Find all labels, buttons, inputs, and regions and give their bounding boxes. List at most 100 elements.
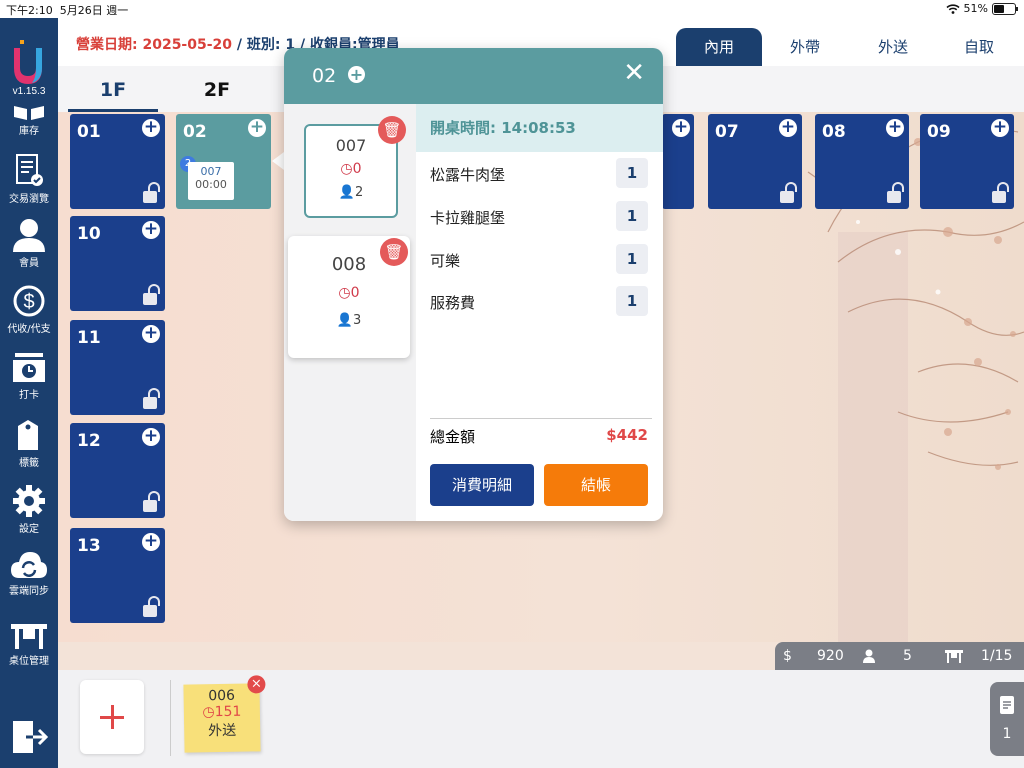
clock-icon: ◷ <box>340 161 353 177</box>
add-order-button[interactable] <box>80 680 144 754</box>
sidebar-item-member[interactable]: 會員 <box>0 218 58 269</box>
delete-icon[interactable]: 🗑 <box>380 238 408 266</box>
sidebar-item-transactions[interactable]: 交易瀏覽 <box>0 154 58 205</box>
popup-pointer <box>272 152 284 170</box>
clock-in-icon <box>13 353 45 382</box>
tag-icon <box>18 420 38 450</box>
order-elapsed: ◷0 <box>338 285 360 301</box>
order-total: 總金額 $442 <box>430 426 648 447</box>
order-card-selected[interactable]: 007 ◷0 👤2 🗑 <box>304 116 406 218</box>
sidebar-item-cloud-sync[interactable]: 雲端同步 <box>0 548 58 597</box>
table-11[interactable]: 11 + <box>70 320 165 415</box>
order-item[interactable]: 可樂 1 <box>430 244 648 274</box>
order-ticket[interactable]: 007 00:00 <box>188 162 234 200</box>
table-number: 10 <box>77 224 101 244</box>
order-card[interactable]: 008 ◷0 👤3 🗑 <box>288 236 410 358</box>
person-icon: 👤 <box>336 313 353 328</box>
table-09[interactable]: 09 + <box>920 114 1014 209</box>
order-item[interactable]: 松露牛肉堡 1 <box>430 158 648 188</box>
table-number: 12 <box>77 431 101 451</box>
add-order-icon[interactable]: + <box>991 119 1009 137</box>
logout-icon[interactable] <box>12 720 48 754</box>
sidebar-item-label: 會員 <box>19 258 39 269</box>
checkout-button[interactable]: 結帳 <box>544 464 648 506</box>
item-qty: 1 <box>616 201 648 231</box>
stats-people: 5 <box>903 648 912 664</box>
note-elapsed: ◷151 <box>202 703 242 721</box>
table-08[interactable]: 08 + <box>815 114 909 209</box>
add-order-icon[interactable]: + <box>672 119 690 137</box>
svg-text:$: $ <box>23 291 34 313</box>
delete-icon[interactable]: 🗑 <box>378 116 406 144</box>
app-version: v1.15.3 <box>12 86 46 97</box>
unlock-icon <box>143 596 160 617</box>
sidebar-item-tag[interactable]: 標籤 <box>0 418 58 469</box>
table-01[interactable]: 01 + <box>70 114 165 209</box>
unlock-icon <box>780 182 797 203</box>
stats-amount: 920 <box>817 648 844 664</box>
order-item[interactable]: 卡拉雞腿堡 1 <box>430 201 648 231</box>
bottom-bar: 006 ◷151 外送 × 1 <box>58 670 1024 768</box>
divider <box>170 680 171 756</box>
order-people: 👤2 <box>338 185 364 200</box>
sidebar-item-label: 設定 <box>19 524 39 535</box>
add-order-icon[interactable]: + <box>142 221 160 239</box>
open-time: 開桌時間: 14:08:53 <box>416 104 663 152</box>
table-07[interactable]: 07 + <box>708 114 802 209</box>
tab-takeout[interactable]: 外帶 <box>762 28 848 66</box>
order-item[interactable]: 服務費 1 <box>430 286 648 316</box>
order-details: 開桌時間: 14:08:53 松露牛肉堡 1 卡拉雞腿堡 1 可樂 1 服務費 1 總金… <box>416 104 663 521</box>
sidebar-item-money[interactable]: $ 代收/代支 <box>0 284 58 335</box>
add-order-icon[interactable]: + <box>248 119 266 137</box>
table-06-partial[interactable]: + <box>662 114 694 209</box>
table-10[interactable]: 10 + <box>70 216 165 311</box>
add-order-icon[interactable]: + <box>348 66 365 83</box>
sidebar-item-inventory[interactable]: 庫存 <box>0 106 58 137</box>
table-number: 07 <box>715 122 739 142</box>
clock-icon: ◷ <box>338 285 351 301</box>
item-qty: 1 <box>616 158 648 188</box>
battery-icon <box>992 2 1018 15</box>
table-detail-popup: 02 + ✕ 007 ◷0 👤2 🗑 008 ◷0 👤3 🗑 開桌時間: 14:… <box>284 48 663 521</box>
add-order-icon[interactable]: + <box>779 119 797 137</box>
page-indicator[interactable]: 1 <box>990 682 1024 756</box>
tab-delivery[interactable]: 外送 <box>850 28 936 66</box>
money-icon: $ <box>13 285 45 317</box>
sidebar-item-table-management[interactable]: 桌位管理 <box>0 620 58 667</box>
total-amount: $442 <box>606 426 648 444</box>
table-icon <box>11 624 47 649</box>
table-number: 13 <box>77 536 101 556</box>
pending-order-note[interactable]: 006 ◷151 外送 × <box>183 675 266 753</box>
add-order-icon[interactable]: + <box>142 428 160 446</box>
unlock-icon <box>992 182 1009 203</box>
table-12[interactable]: 12 + <box>70 423 165 518</box>
add-order-icon[interactable]: + <box>142 533 160 551</box>
total-label: 總金額 <box>430 428 476 446</box>
sidebar: v1.15.3 庫存 交易瀏覽 會員 $ 代收/代支 打卡 標籤 設定 雲端同步… <box>0 18 58 768</box>
sidebar-item-label: 雲端同步 <box>9 586 49 597</box>
tab-dine-in[interactable]: 內用 <box>676 28 762 66</box>
tab-floor-2f[interactable]: 2F <box>162 66 272 112</box>
item-qty: 1 <box>616 286 648 316</box>
sidebar-item-label: 桌位管理 <box>9 656 49 667</box>
item-name: 服務費 <box>430 294 476 312</box>
order-detail-button[interactable]: 消費明細 <box>430 464 534 506</box>
table-number: 02 <box>183 122 207 142</box>
tab-floor-1f[interactable]: 1F <box>58 66 168 112</box>
add-order-icon[interactable]: + <box>142 325 160 343</box>
person-icon: 👤 <box>338 185 355 200</box>
table-icon <box>945 650 963 663</box>
tab-pickup[interactable]: 自取 <box>936 28 1022 66</box>
order-number: 007 <box>200 165 222 178</box>
table-number: 01 <box>77 122 101 142</box>
sidebar-item-clock-in[interactable]: 打卡 <box>0 352 58 401</box>
transactions-icon <box>16 154 43 186</box>
add-order-icon[interactable]: + <box>886 119 904 137</box>
sidebar-item-settings[interactable]: 設定 <box>0 484 58 535</box>
remove-note-icon[interactable]: × <box>247 675 266 694</box>
table-02[interactable]: 02 + 2 007 00:00 <box>176 114 271 209</box>
order-people: 👤3 <box>336 313 362 328</box>
add-order-icon[interactable]: + <box>142 119 160 137</box>
table-13[interactable]: 13 + <box>70 528 165 623</box>
close-icon[interactable]: ✕ <box>623 60 645 86</box>
